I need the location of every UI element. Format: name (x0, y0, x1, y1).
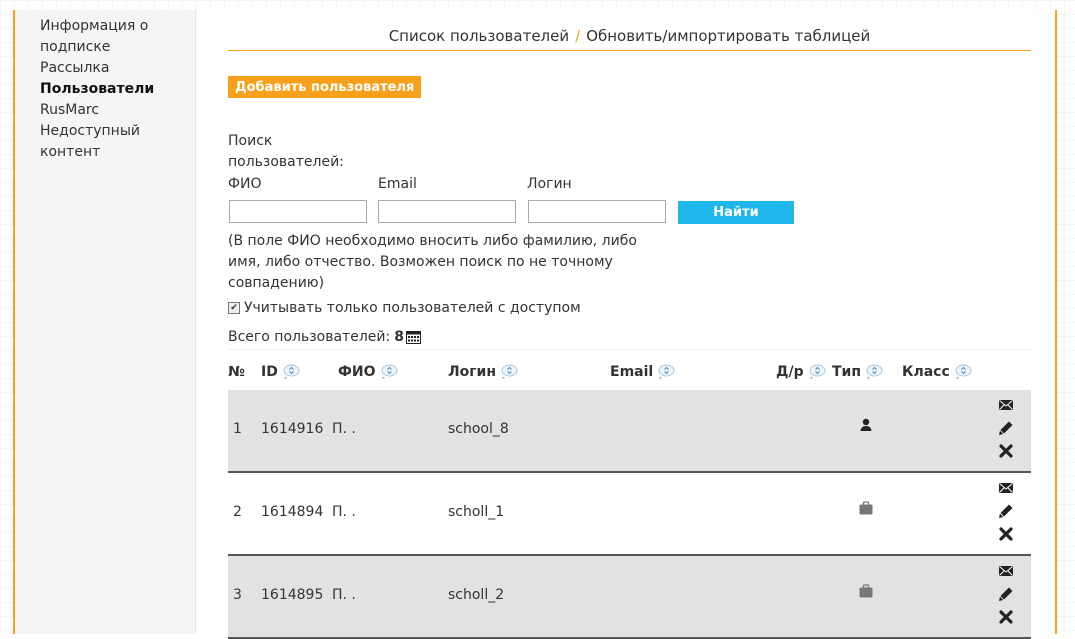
sort-icon[interactable]: * (658, 364, 675, 381)
delete-icon[interactable] (998, 443, 1014, 459)
cell-fio: П. . (332, 421, 356, 437)
table-row[interactable]: 1 1614916 П. . school_8 (228, 390, 1031, 473)
sort-icon[interactable]: * (381, 364, 398, 381)
cell-id: 1614916 (261, 421, 324, 437)
row-actions (998, 563, 1014, 632)
login-search-input[interactable] (528, 200, 666, 223)
sidebar-item-rusmarc[interactable]: RusMarc (40, 100, 180, 121)
briefcase-icon (859, 501, 873, 515)
sidebar-menu: Информация о подписке Рассылка Пользоват… (15, 10, 195, 163)
delete-icon[interactable] (998, 526, 1014, 542)
sort-icon[interactable]: * (866, 364, 883, 381)
find-button[interactable]: Найти (678, 201, 794, 224)
search-title: Поиск пользователей: (228, 133, 344, 170)
col-header-dob: Д/р * (776, 364, 826, 381)
col-id-label: ID (261, 364, 278, 380)
total-users-value: 8 (394, 329, 404, 345)
col-type-label: Тип (832, 364, 862, 380)
login-label: Логин (527, 176, 572, 192)
sort-icon[interactable]: * (501, 364, 518, 381)
svg-text:*: * (502, 377, 505, 382)
cell-id: 1614895 (261, 587, 324, 603)
cell-num: 2 (233, 504, 242, 520)
mail-icon[interactable] (998, 397, 1014, 413)
sort-icon[interactable]: * (809, 364, 826, 381)
total-users-label: Всего пользователей: (228, 329, 391, 345)
col-header-type: Тип * (832, 364, 883, 381)
breadcrumb-user-list[interactable]: Список пользователей (389, 27, 569, 45)
cell-num: 3 (233, 587, 242, 603)
search-hint: (В поле ФИО необходимо вносить либо фами… (228, 233, 637, 291)
sidebar: Информация о подписке Рассылка Пользоват… (15, 10, 196, 634)
delete-icon[interactable] (998, 609, 1014, 625)
only-access-label: Учитывать только пользователей с доступо… (244, 300, 581, 316)
col-num-label: № (228, 364, 245, 380)
col-header-class: Класс * (902, 364, 972, 381)
svg-text:*: * (867, 377, 870, 382)
svg-text:*: * (956, 377, 959, 382)
only-access-checkbox[interactable]: ✔ (228, 302, 240, 314)
mail-icon[interactable] (998, 480, 1014, 496)
svg-text:*: * (382, 377, 385, 382)
fio-label: ФИО (228, 176, 262, 192)
sidebar-item-users[interactable]: Пользователи (40, 79, 180, 100)
breadcrumb-separator: / (575, 27, 581, 45)
cell-login: scholl_1 (448, 504, 505, 520)
cell-fio: П. . (332, 587, 356, 603)
col-class-label: Класс (902, 364, 950, 380)
cell-login: scholl_2 (448, 587, 505, 603)
col-header-login: Логин * (448, 364, 518, 381)
sidebar-item-subscription-info[interactable]: Информация о подписке (40, 16, 180, 58)
cell-login: school_8 (448, 421, 509, 437)
main-content: Список пользователей / Обновить/импортиров… (228, 10, 1058, 639)
edit-icon[interactable] (998, 420, 1014, 436)
col-header-fio: ФИО * (338, 364, 398, 381)
table-row[interactable]: 3 1614895 П. . scholl_2 (228, 556, 1031, 639)
cell-fio: П. . (332, 504, 356, 520)
breadcrumb-import-table[interactable]: Обновить/импортировать таблицей (586, 27, 870, 45)
cell-id: 1614894 (261, 504, 324, 520)
person-icon (860, 418, 872, 431)
breadcrumb: Список пользователей / Обновить/импортиров… (228, 27, 1031, 51)
col-header-email: Email * (610, 364, 675, 381)
table-header: № ID * ФИО * Логин * Email * Д/р * Тип *… (228, 364, 1031, 390)
content-frame: Информация о подписке Рассылка Пользоват… (13, 10, 1058, 639)
col-header-num: № (228, 364, 245, 380)
svg-text:*: * (284, 377, 287, 382)
svg-text:*: * (659, 377, 662, 382)
only-access-row: ✔ Учитывать только пользователей с досту… (228, 300, 581, 316)
total-users: Всего пользователей: 8 (228, 329, 421, 345)
svg-text:*: * (810, 377, 813, 382)
row-actions (998, 397, 1014, 466)
col-fio-label: ФИО (338, 364, 376, 380)
table-separator (228, 349, 1031, 350)
col-dob-label: Д/р (776, 364, 804, 380)
col-header-id: ID * (261, 364, 300, 381)
cell-num: 1 (233, 421, 242, 437)
col-email-label: Email (610, 364, 654, 380)
fio-search-input[interactable] (229, 200, 367, 223)
edit-icon[interactable] (998, 586, 1014, 602)
mail-icon[interactable] (998, 563, 1014, 579)
calculator-icon[interactable] (405, 330, 421, 344)
table-row[interactable]: 2 1614894 П. . scholl_1 (228, 473, 1031, 556)
sort-icon[interactable]: * (955, 364, 972, 381)
sidebar-item-unavailable-content[interactable]: Недоступный контент (40, 121, 180, 163)
email-search-input[interactable] (378, 200, 516, 223)
edit-icon[interactable] (998, 503, 1014, 519)
col-login-label: Логин (448, 364, 497, 380)
email-label: Email (378, 176, 417, 192)
briefcase-icon (859, 584, 873, 598)
sort-icon[interactable]: * (283, 364, 300, 381)
sidebar-item-mailing[interactable]: Рассылка (40, 58, 180, 79)
row-actions (998, 480, 1014, 549)
add-user-button[interactable]: Добавить пользователя (228, 76, 422, 98)
